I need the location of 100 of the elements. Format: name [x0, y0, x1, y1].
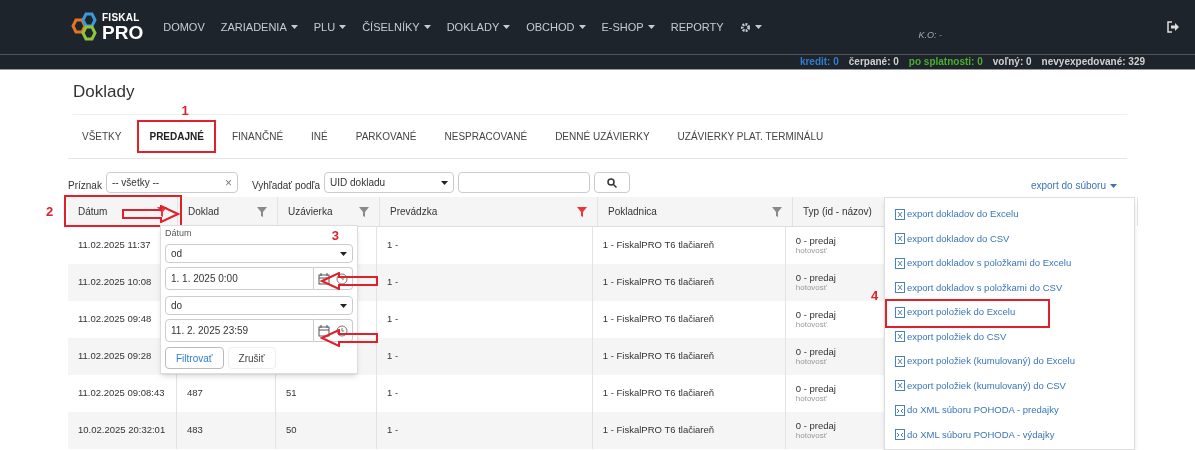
nav-item[interactable]: REPORTY [670, 18, 724, 36]
annotation-number: 1 [181, 102, 189, 120]
logout-icon[interactable] [1167, 21, 1179, 33]
caret-icon [340, 303, 347, 308]
date-field[interactable]: 1. 1. 2025 0:00 [165, 267, 314, 290]
table-cell: hotovosť [795, 283, 827, 294]
tab[interactable]: PARKOVANÉ [341, 119, 431, 154]
menu-item[interactable]: export položiek do Excelu [885, 300, 1134, 325]
status-item: kredit: 0 [799, 57, 839, 67]
nav-item[interactable]: ČÍSELNÍKY [362, 18, 431, 36]
search-field[interactable] [458, 172, 591, 193]
caret-icon [441, 180, 449, 185]
tab[interactable]: NESPRACOVANÉ [430, 119, 542, 154]
file-icon [895, 282, 905, 294]
file-icon [895, 257, 905, 269]
search-button[interactable] [594, 172, 631, 193]
file-icon [895, 208, 905, 220]
menu-item[interactable]: export dokladov s položkami do Excelu [885, 251, 1134, 276]
menu-item[interactable]: export dokladov s položkami do CSV [885, 275, 1134, 300]
status-item: po splatnosti: 0 [908, 57, 983, 67]
status-item: voľný: 0 [992, 57, 1032, 67]
logo-text: PRO [102, 22, 144, 42]
tab[interactable]: PREDAJNÉ [135, 119, 218, 154]
tab[interactable]: VŠETKY [68, 119, 136, 154]
nav-item[interactable]: DOKLADY [446, 18, 511, 36]
table-cell: 1 - FiskalPRO T6 tlačiareň [602, 386, 715, 401]
tab[interactable]: UZÁVIERKY PLAT. TERMINÁLU [663, 119, 838, 154]
nav-item[interactable]: DOMOV [163, 18, 205, 36]
tab[interactable]: FINANČNÉ [217, 119, 298, 154]
cancel-button[interactable]: Zrušiť [227, 347, 276, 369]
settings-menu[interactable] [739, 21, 762, 33]
table-cell: 11.02.2025 11:37 [78, 238, 151, 253]
table-cell: 50 [286, 423, 297, 438]
status-item: čerpané: 0 [848, 57, 899, 67]
table-cell: 0 - predaj [795, 271, 836, 284]
nav-item[interactable]: PLU [313, 18, 347, 36]
filter-icon[interactable] [577, 206, 587, 217]
table-cell: 1 - [387, 386, 399, 401]
menu-item[interactable]: export dokladov do CSV [885, 226, 1134, 251]
search-icon [607, 177, 618, 188]
filter-icon[interactable] [359, 206, 369, 217]
table-cell: 11.02.2025 09:48 [78, 312, 152, 327]
filter-icon[interactable] [772, 206, 782, 217]
clock-icon[interactable] [336, 324, 348, 337]
column-header[interactable]: Pokladnica [598, 197, 793, 226]
calendar-icon[interactable] [318, 272, 330, 285]
table-cell: 1 - FiskalPRO T6 tlačiareň [602, 238, 715, 253]
menu-item[interactable]: export dokladov do Excelu [885, 202, 1134, 227]
table-cell: 11.02.2025 10:08 [78, 275, 152, 290]
settings-icon [739, 21, 751, 33]
filter-icon[interactable] [257, 206, 267, 217]
filter-icon[interactable] [157, 206, 167, 217]
table-cell: 0 - predaj [795, 419, 836, 432]
operator-select[interactable]: od [165, 244, 353, 263]
filter-button[interactable]: Filtrovať [165, 347, 224, 369]
tab[interactable]: DENNÉ UZÁVIERKY [541, 119, 664, 154]
xml-file-icon [895, 404, 905, 416]
table-cell: 483 [186, 423, 203, 438]
tab[interactable]: INÉ [297, 119, 342, 154]
annotation-number: 3 [331, 227, 339, 246]
annotation-number: 4 [871, 287, 879, 305]
table-cell: 0 - predaj [795, 345, 836, 358]
table-cell: 1 - [387, 238, 399, 253]
table-cell: 487 [186, 386, 203, 401]
table-cell: 1 - [387, 349, 399, 364]
flag-select[interactable]: -- všetky -- × [105, 172, 238, 193]
nav-item[interactable]: E-SHOP [601, 18, 655, 36]
clear-icon[interactable]: × [224, 173, 232, 192]
table-cell: 1 - FiskalPRO T6 tlačiareň [602, 275, 715, 290]
file-icon [895, 355, 905, 367]
operator-select[interactable]: do [165, 296, 353, 315]
clock-icon[interactable] [336, 272, 348, 285]
table-cell: 1 - FiskalPRO T6 tlačiareň [602, 349, 715, 364]
page-title: Doklady [73, 80, 135, 103]
status-item: nevyexpedované: 329 [1041, 57, 1145, 67]
column-header[interactable]: Prevádzka [380, 197, 598, 226]
menu-item[interactable]: do XML súboru POHODA - predajky [885, 398, 1134, 423]
menu-item[interactable]: export položiek (kumulovaný) do Excelu [885, 349, 1134, 374]
popup-title: Dátum [165, 227, 192, 241]
export-link[interactable]: export do súboru [1030, 178, 1117, 193]
table-cell: 51 [286, 386, 297, 401]
caret-icon [1110, 183, 1117, 188]
annotation-arrow [122, 205, 180, 223]
date-field[interactable]: 11. 2. 2025 23:59 [165, 319, 314, 342]
search-by-select[interactable]: UID dokladu [324, 172, 455, 193]
menu-item[interactable]: export položiek do CSV [885, 324, 1134, 349]
table-cell: 1 - FiskalPRO T6 tlačiareň [602, 312, 715, 327]
menu-item[interactable]: export položiek (kumulovaný) do CSV [885, 373, 1134, 398]
nav-item[interactable]: OBCHOD [526, 18, 586, 36]
menu-item[interactable]: do XML súboru POHODA - výdajky [885, 422, 1134, 447]
calendar-icon[interactable] [318, 324, 330, 337]
table-cell: hotovosť [795, 394, 827, 405]
caret-icon [340, 251, 347, 256]
table-cell: 11.02.2025 09:08:43 [78, 386, 165, 401]
nav-item[interactable]: ZARIADENIA [220, 18, 298, 36]
table-cell: hotovosť [795, 246, 827, 257]
table-cell: 0 - predaj [795, 382, 836, 395]
table-cell: hotovosť [795, 431, 827, 442]
field-label: Vyhľadať podľa [251, 179, 321, 193]
logo-text: FISKAL [102, 12, 141, 23]
